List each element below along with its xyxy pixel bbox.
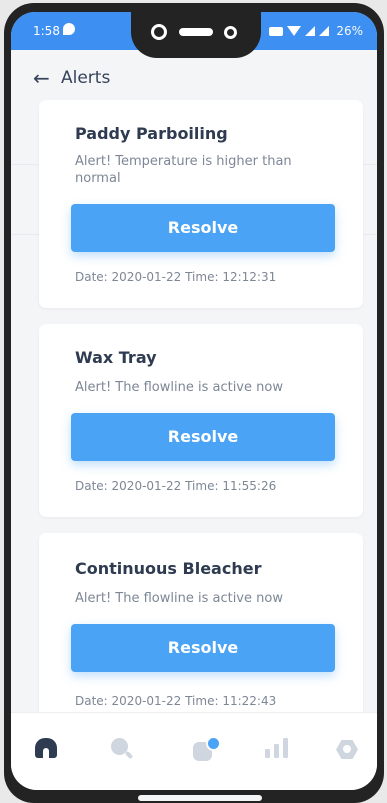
app-screen: 1:58 26% ← Alerts Paddy Parboiling Alert… [11, 12, 377, 790]
home-indicator[interactable] [138, 795, 262, 801]
chart-icon-bar [283, 738, 288, 758]
status-icons: 26% [269, 24, 363, 38]
speaker-grille [179, 28, 213, 36]
search-icon[interactable] [111, 738, 134, 760]
app-header: ← Alerts [11, 58, 377, 98]
sensor-icon [224, 26, 237, 39]
back-arrow-icon[interactable]: ← [33, 68, 50, 88]
alert-title: Wax Tray [75, 348, 157, 367]
chart-icon[interactable] [265, 738, 289, 758]
page-title: Alerts [61, 68, 111, 88]
signal-icon [305, 26, 316, 36]
alert-message: Alert! The flowline is active now [75, 380, 283, 395]
resolve-button[interactable]: Resolve [71, 204, 335, 252]
notification-badge [206, 736, 221, 751]
chart-icon-bar [274, 744, 279, 758]
phone-frame: 1:58 26% ← Alerts Paddy Parboiling Alert… [4, 3, 384, 803]
alert-message: Alert! The flowline is active now [75, 591, 283, 606]
wifi-icon [287, 26, 302, 36]
alert-title: Paddy Parboiling [75, 124, 228, 143]
battery-percent: 26% [336, 24, 363, 38]
search-icon-handle [124, 750, 134, 760]
camera-icon [151, 24, 167, 40]
alert-date-time: Date: 2020-01-22 Time: 11:22:43 [75, 694, 277, 708]
signal-icon-2 [319, 26, 330, 36]
alert-message: Alert! Temperature is higher than normal [75, 154, 292, 186]
settings-icon-center [343, 745, 351, 753]
alert-date-time: Date: 2020-01-22 Time: 12:12:31 [75, 270, 277, 284]
alert-date-time: Date: 2020-01-22 Time: 11:55:26 [75, 479, 277, 493]
alert-card: Wax Tray Alert! The flowline is active n… [39, 324, 363, 517]
alert-card: Paddy Parboiling Alert! Temperature is h… [39, 100, 363, 308]
resolve-button[interactable]: Resolve [71, 624, 335, 672]
status-time: 1:58 [33, 24, 60, 38]
notification-icon[interactable] [193, 736, 221, 761]
sim-icon [269, 26, 284, 36]
home-icon[interactable] [35, 738, 57, 758]
chart-icon-bar [265, 749, 270, 758]
settings-icon[interactable] [336, 738, 358, 760]
message-notification-icon [63, 23, 75, 35]
alert-card: Continuous Bleacher Alert! The flowline … [39, 533, 363, 723]
resolve-button[interactable]: Resolve [71, 413, 335, 461]
alert-title: Continuous Bleacher [75, 559, 262, 578]
bottom-navigation [11, 712, 377, 790]
camera-notch [131, 12, 261, 58]
